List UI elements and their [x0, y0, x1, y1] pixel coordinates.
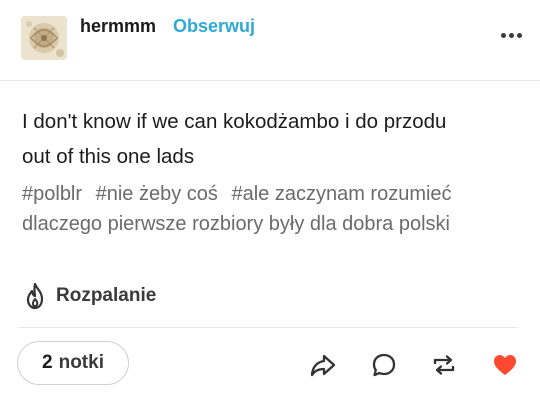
username-link[interactable]: hermmm — [80, 16, 156, 37]
flame-icon — [26, 282, 44, 310]
avatar[interactable] — [21, 16, 67, 60]
reblog-icon — [433, 355, 455, 375]
notes-count: 2 — [42, 352, 53, 373]
notes-button[interactable]: 2 notki — [17, 341, 129, 385]
share-button[interactable] — [309, 351, 337, 379]
post-body-line: out of this one lads — [22, 145, 195, 168]
like-button[interactable] — [491, 351, 519, 379]
heart-icon — [494, 355, 516, 375]
tag[interactable]: #polblr — [22, 183, 82, 205]
follow-button[interactable]: Obserwuj — [173, 16, 255, 37]
dot — [501, 33, 506, 38]
tag[interactable]: #nie żeby coś — [96, 183, 218, 205]
tag-list: #polblr #nie żeby coś #ale zaczynam rozu… — [22, 179, 522, 239]
dot — [509, 33, 514, 38]
post-card: hermmm Obserwuj I don't know if we can k… — [0, 0, 540, 402]
post-body-line: I don't know if we can kokodżambo i do p… — [22, 110, 447, 133]
blaze-label: Rozpalanie — [56, 285, 157, 306]
reply-button[interactable] — [370, 351, 398, 379]
tag[interactable]: #ale zaczynam rozumieć dlaczego pierwsze… — [22, 183, 452, 235]
share-icon — [310, 354, 336, 377]
footer-divider — [18, 327, 518, 328]
post-body: I don't know if we can kokodżambo i do p… — [22, 104, 522, 174]
notes-label: notki — [58, 352, 104, 373]
dot — [517, 33, 522, 38]
blaze-button[interactable]: Rozpalanie — [22, 282, 156, 310]
reply-icon — [372, 353, 396, 377]
header-divider — [0, 80, 540, 81]
more-dots-icon[interactable] — [501, 33, 522, 38]
reblog-button[interactable] — [430, 351, 458, 379]
